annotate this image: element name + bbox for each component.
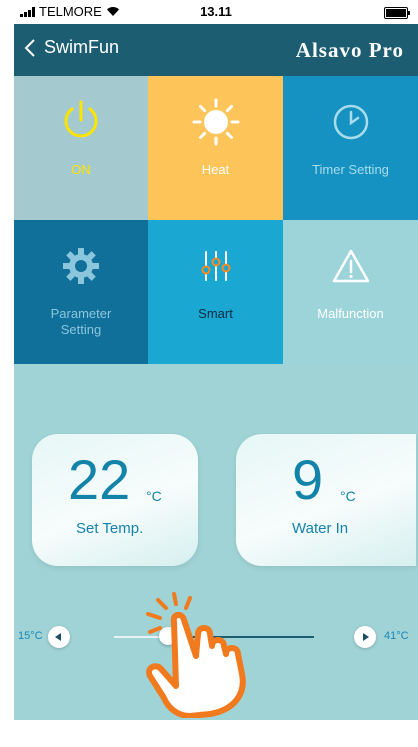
tile-smart[interactable]: Smart xyxy=(148,220,283,364)
tile-timer-label: Timer Setting xyxy=(312,162,389,177)
tile-heat-label: Heat xyxy=(201,162,230,177)
status-time: 13.11 xyxy=(200,4,232,19)
tile-smart-label: Smart xyxy=(198,306,233,321)
tile-parameter-setting[interactable]: Parameter Setting xyxy=(14,220,148,364)
warning-icon xyxy=(332,249,369,283)
tile-parameter-label: Parameter Setting xyxy=(50,306,112,337)
battery-icon xyxy=(384,7,410,19)
status-bar: TELMORE 13.11 xyxy=(14,0,418,24)
clock-icon xyxy=(333,104,368,140)
back-label: SwimFun xyxy=(44,37,120,57)
sun-icon xyxy=(192,98,239,146)
increase-button[interactable] xyxy=(354,626,376,648)
tile-power[interactable]: ON xyxy=(14,76,148,220)
decrease-button[interactable] xyxy=(48,626,70,648)
water-in-value: 9 xyxy=(292,448,324,511)
slider-max-label: 41°C xyxy=(384,630,409,642)
water-in-label: Water In xyxy=(292,520,349,537)
brand-logo: Alsavo Pro xyxy=(295,38,404,62)
water-in-unit: °C xyxy=(340,488,356,504)
set-temp-card: 22 °C Set Temp. xyxy=(32,434,198,566)
sliders-icon xyxy=(201,251,230,281)
gear-icon xyxy=(63,248,99,284)
function-grid: ON Heat Timer Setting Parameter Setting … xyxy=(14,76,418,364)
tile-malfunction[interactable]: Malfunction xyxy=(283,220,418,364)
power-icon xyxy=(64,100,98,138)
back-button[interactable]: SwimFun xyxy=(24,37,119,58)
nav-bar: SwimFun Alsavo Pro xyxy=(14,24,418,76)
tile-timer-setting[interactable]: Timer Setting xyxy=(283,76,418,220)
tile-power-label: ON xyxy=(71,162,91,177)
set-temp-unit: °C xyxy=(146,488,162,504)
slider-min-label: 15°C xyxy=(18,630,43,642)
set-temp-label: Set Temp. xyxy=(76,520,144,537)
tile-heat[interactable]: Heat xyxy=(148,76,283,220)
chevron-left-icon xyxy=(24,38,35,57)
tile-malfunction-label: Malfunction xyxy=(317,306,384,321)
set-temp-value: 22 xyxy=(68,448,131,511)
pointing-hand-icon xyxy=(146,592,246,718)
water-in-card: 9 °C Water In xyxy=(236,434,416,566)
app-screen: TELMORE 13.11 SwimFun Alsavo Pro ON Heat… xyxy=(14,0,418,720)
